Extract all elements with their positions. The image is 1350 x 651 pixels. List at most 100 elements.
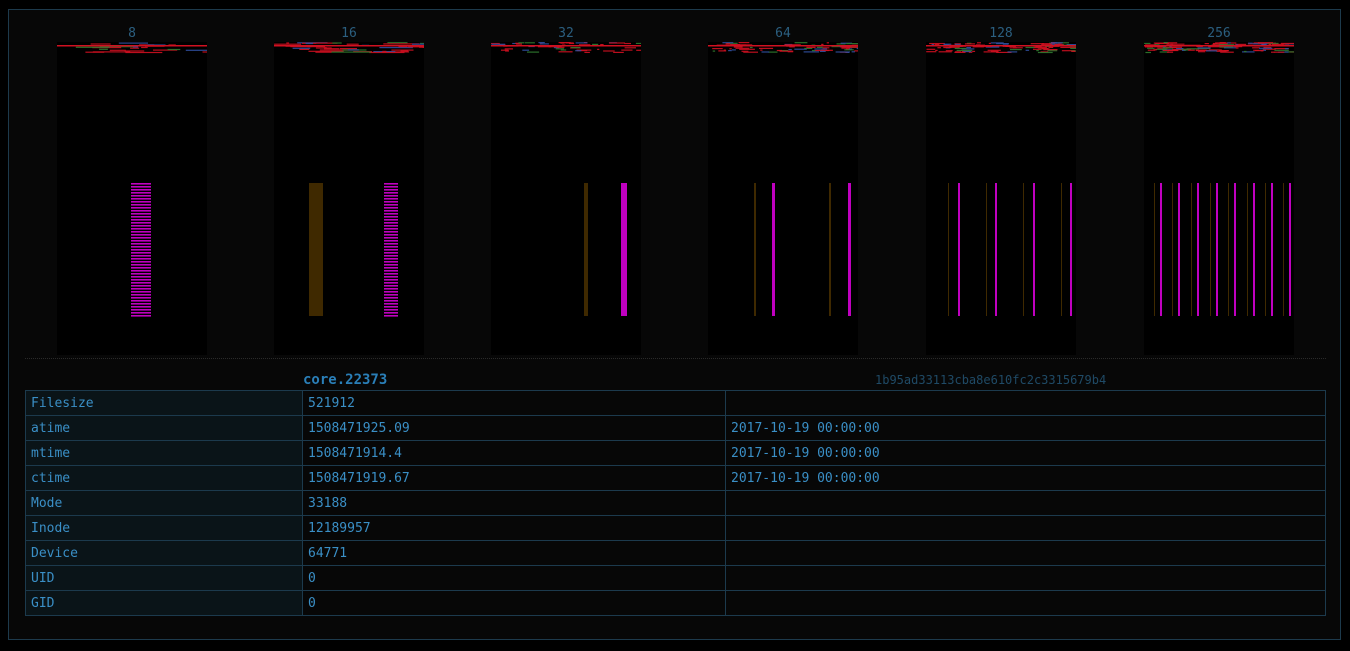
byte-noise-mark	[130, 47, 140, 49]
visualization-canvas	[491, 42, 641, 355]
visualization-width-label: 128	[989, 26, 1013, 41]
byte-noise-mark	[725, 43, 731, 45]
metadata-date	[725, 515, 1326, 541]
byte-noise-mark	[779, 50, 794, 52]
byte-magenta-mark	[384, 201, 398, 203]
byte-noise-mark	[943, 46, 952, 49]
byte-noise-mark	[125, 51, 163, 54]
byte-magenta-mark	[384, 249, 398, 251]
visualization-canvas	[926, 42, 1076, 355]
byte-visualization-row: 8 16 32 64 128 256	[9, 10, 1340, 355]
byte-noise-mark	[274, 43, 302, 45]
byte-noise-mark	[387, 42, 408, 44]
byte-noise-mark	[1183, 49, 1189, 51]
byte-magenta-mark	[384, 276, 398, 278]
byte-noise-mark	[558, 51, 573, 53]
byte-noise-mark	[937, 47, 941, 49]
byte-noise-mark	[1070, 47, 1076, 49]
byte-noise-mark	[141, 46, 148, 49]
byte-magenta-mark	[384, 279, 398, 281]
byte-magenta-mark	[131, 279, 151, 281]
byte-magenta-mark	[131, 312, 151, 314]
byte-magenta-mark	[384, 204, 398, 206]
visualization-width-label: 32	[558, 26, 574, 41]
byte-noise-mark	[1227, 42, 1231, 44]
byte-noise-mark	[983, 51, 999, 53]
byte-noise-mark	[1025, 46, 1035, 49]
byte-amber-stripe	[948, 183, 949, 316]
metadata-key: GID	[25, 590, 303, 616]
byte-noise-mark	[1043, 49, 1058, 51]
byte-noise-mark	[557, 46, 565, 48]
byte-noise-mark	[935, 49, 938, 51]
byte-noise-mark	[515, 42, 519, 44]
byte-magenta-mark	[384, 243, 398, 245]
byte-magenta-mark	[384, 246, 398, 248]
byte-amber-stripe	[1210, 183, 1211, 316]
byte-magenta-mark	[384, 237, 398, 239]
byte-noise-mark	[732, 49, 736, 51]
byte-noise-mark	[856, 47, 858, 50]
metadata-value: 33188	[302, 490, 726, 516]
byte-noise-mark	[575, 50, 582, 52]
byte-noise-mark	[1274, 51, 1285, 53]
viewer-frame: 8 16 32 64 128 256 core.22373 1b95ad3311…	[8, 9, 1341, 640]
byte-noise-mark	[739, 48, 755, 50]
byte-noise-mark	[926, 48, 936, 50]
metadata-key: Filesize	[25, 390, 303, 416]
byte-header-line	[708, 45, 858, 47]
byte-noise-mark	[1033, 48, 1042, 50]
byte-noise-mark	[938, 51, 952, 53]
file-hash: 1b95ad33113cba8e610fc2c3315679b4	[875, 373, 1107, 387]
byte-noise-mark	[743, 51, 758, 53]
byte-magenta-mark	[131, 243, 151, 245]
byte-magenta-mark	[131, 195, 151, 197]
byte-magenta-mark	[131, 273, 151, 275]
byte-magenta-mark	[131, 231, 151, 233]
byte-noise-mark	[1218, 50, 1229, 52]
byte-noise-mark	[1170, 43, 1185, 45]
byte-magenta-mark	[131, 201, 151, 203]
byte-magenta-mark	[384, 315, 398, 317]
byte-magenta-mark	[131, 300, 151, 302]
byte-noise-mark	[505, 50, 509, 52]
byte-noise-mark	[761, 51, 770, 53]
byte-noise-mark	[943, 43, 952, 45]
byte-noise-mark	[1041, 47, 1048, 50]
byte-noise-mark	[305, 42, 313, 45]
table-row: Mode 33188	[25, 490, 1326, 516]
byte-noise-mark	[621, 49, 633, 51]
byte-noise-mark	[1169, 46, 1182, 48]
byte-noise-mark	[768, 51, 778, 53]
byte-noise-mark	[1147, 49, 1156, 51]
byte-header-line	[926, 45, 1076, 47]
byte-magenta-mark	[131, 297, 151, 299]
visualization-canvas	[274, 42, 424, 355]
byte-noise-mark	[956, 49, 973, 51]
byte-noise-mark	[1188, 49, 1195, 51]
byte-magenta-mark	[384, 255, 398, 257]
byte-magenta-stripe	[1178, 183, 1180, 316]
metadata-table: Filesize 521912 atime 1508471925.09 2017…	[25, 390, 1326, 616]
byte-magenta-mark	[384, 210, 398, 212]
byte-noise-mark	[624, 42, 631, 45]
byte-noise-mark	[1244, 50, 1247, 53]
byte-magenta-mark	[384, 252, 398, 254]
visualization-width-label: 64	[775, 26, 791, 41]
byte-noise-mark	[926, 51, 937, 53]
byte-noise-mark	[738, 42, 750, 44]
byte-noise-mark	[1274, 49, 1289, 51]
byte-noise-mark	[760, 49, 763, 51]
byte-amber-stripe	[1061, 183, 1062, 316]
byte-noise-mark	[560, 49, 567, 51]
byte-magenta-mark	[131, 240, 151, 242]
byte-magenta-mark	[384, 294, 398, 296]
visualization-canvas	[57, 42, 207, 355]
byte-noise-mark	[324, 48, 340, 50]
byte-magenta-mark	[384, 207, 398, 209]
byte-noise-mark	[1051, 42, 1063, 44]
byte-noise-mark	[1197, 47, 1211, 49]
byte-magenta-mark	[131, 294, 151, 296]
byte-magenta-mark	[131, 285, 151, 287]
byte-noise-mark	[964, 43, 975, 45]
